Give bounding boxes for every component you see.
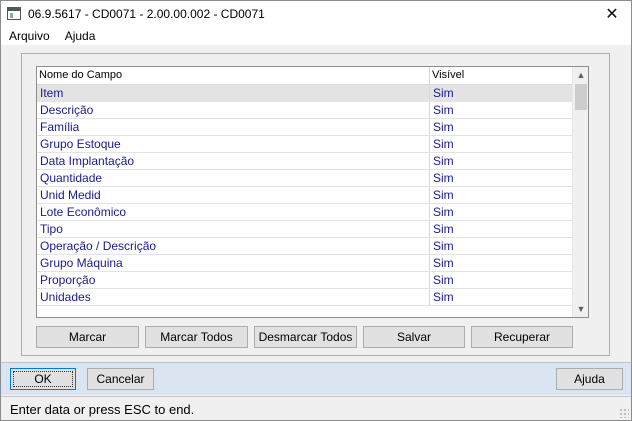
chevron-up-icon[interactable]: ▲ xyxy=(573,67,588,83)
recuperar-button[interactable]: Recuperar xyxy=(471,326,573,348)
menu-arquivo[interactable]: Arquivo xyxy=(1,27,57,45)
field-name-cell[interactable]: Unidades xyxy=(37,289,430,305)
visible-cell[interactable]: Sim xyxy=(430,119,573,135)
field-name-cell[interactable]: Quantidade xyxy=(37,170,430,186)
marcar-todos-button[interactable]: Marcar Todos xyxy=(145,326,248,348)
table-row[interactable]: Item Sim xyxy=(37,85,573,102)
field-name-cell[interactable]: Grupo Máquina xyxy=(37,255,430,271)
visible-cell[interactable]: Sim xyxy=(430,170,573,186)
table-row[interactable]: Data Implantação Sim xyxy=(37,153,573,170)
field-name-cell[interactable]: Proporção xyxy=(37,272,430,288)
field-name-cell[interactable]: Operação / Descrição xyxy=(37,238,430,254)
main-panel: Nome do Campo Visível Item Sim Descrição Si… xyxy=(21,53,610,356)
cancel-button[interactable]: Cancelar xyxy=(87,368,154,390)
visible-cell[interactable]: Sim xyxy=(430,255,573,271)
visible-cell[interactable]: Sim xyxy=(430,102,573,118)
menu-bar: Arquivo Ajuda xyxy=(1,27,631,45)
status-text: Enter data or press ESC to end. xyxy=(10,402,195,417)
visible-cell[interactable]: Sim xyxy=(430,136,573,152)
vertical-scrollbar[interactable]: ▲ ▼ xyxy=(572,67,588,317)
visible-cell[interactable]: Sim xyxy=(430,272,573,288)
visible-cell[interactable]: Sim xyxy=(430,187,573,203)
visible-cell[interactable]: Sim xyxy=(430,289,573,305)
chevron-down-icon[interactable]: ▼ xyxy=(573,301,588,317)
salvar-button[interactable]: Salvar xyxy=(363,326,465,348)
table-row[interactable]: Grupo Estoque Sim xyxy=(37,136,573,153)
ok-button[interactable]: OK xyxy=(10,368,76,390)
table-row[interactable]: Quantidade Sim xyxy=(37,170,573,187)
field-name-cell[interactable]: Descrição xyxy=(37,102,430,118)
field-name-cell[interactable]: Tipo xyxy=(37,221,430,237)
dialog-button-bar: OK Cancelar Ajuda xyxy=(1,362,631,395)
table-row[interactable]: Tipo Sim xyxy=(37,221,573,238)
table-row[interactable]: Proporção Sim xyxy=(37,272,573,289)
help-button[interactable]: Ajuda xyxy=(556,368,623,390)
fields-grid: Nome do Campo Visível Item Sim Descrição Si… xyxy=(36,66,589,318)
window-title: 06.9.5617 - CD0071 - 2.00.00.002 - CD007… xyxy=(28,7,265,21)
field-name-cell[interactable]: Item xyxy=(37,85,430,101)
column-header-visible[interactable]: Visível xyxy=(430,67,573,84)
window-app-icon xyxy=(7,7,21,20)
scrollbar-thumb[interactable] xyxy=(575,84,587,110)
grid-body: Item Sim Descrição Sim Família Sim Grupo Estoq… xyxy=(37,85,573,306)
table-row[interactable]: Lote Econômico Sim xyxy=(37,204,573,221)
table-row[interactable]: Operação / Descrição Sim xyxy=(37,238,573,255)
grid-header: Nome do Campo Visível xyxy=(37,67,573,85)
table-row[interactable]: Unid Medid Sim xyxy=(37,187,573,204)
field-name-cell[interactable]: Família xyxy=(37,119,430,135)
column-header-name[interactable]: Nome do Campo xyxy=(37,67,430,84)
table-row[interactable]: Unidades Sim xyxy=(37,289,573,306)
table-row[interactable]: Descrição Sim xyxy=(37,102,573,119)
menu-ajuda[interactable]: Ajuda xyxy=(57,27,103,45)
title-bar[interactable]: 06.9.5617 - CD0071 - 2.00.00.002 - CD007… xyxy=(1,1,631,27)
status-bar: Enter data or press ESC to end. xyxy=(1,396,631,420)
resize-grip-icon[interactable] xyxy=(619,408,629,418)
marcar-button[interactable]: Marcar xyxy=(36,326,139,348)
visible-cell[interactable]: Sim xyxy=(430,204,573,220)
action-bar: Marcar Marcar Todos Desmarcar Todos Salv… xyxy=(36,326,596,350)
visible-cell[interactable]: Sim xyxy=(430,238,573,254)
visible-cell[interactable]: Sim xyxy=(430,153,573,169)
field-name-cell[interactable]: Data Implantação xyxy=(37,153,430,169)
close-icon[interactable]: ✕ xyxy=(597,1,627,27)
table-row[interactable]: Família Sim xyxy=(37,119,573,136)
field-name-cell[interactable]: Unid Medid xyxy=(37,187,430,203)
visible-cell[interactable]: Sim xyxy=(430,85,573,101)
dialog-window: 06.9.5617 - CD0071 - 2.00.00.002 - CD007… xyxy=(0,0,632,421)
field-name-cell[interactable]: Lote Econômico xyxy=(37,204,430,220)
desmarcar-todos-button[interactable]: Desmarcar Todos xyxy=(254,326,357,348)
field-name-cell[interactable]: Grupo Estoque xyxy=(37,136,430,152)
visible-cell[interactable]: Sim xyxy=(430,221,573,237)
table-row[interactable]: Grupo Máquina Sim xyxy=(37,255,573,272)
